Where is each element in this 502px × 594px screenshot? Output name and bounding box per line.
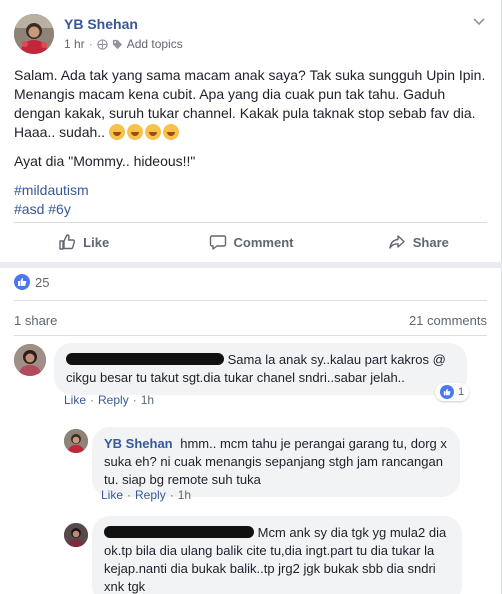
share-button[interactable]: Share: [335, 226, 502, 258]
comment-reaction-count: 1: [458, 386, 465, 398]
redacted-name: [104, 526, 254, 538]
like-label: Like: [83, 234, 110, 250]
reaction-count: 25: [35, 274, 50, 290]
comment-icon: [209, 235, 226, 250]
action-bar: Like Comment Share: [0, 226, 502, 258]
reply-time[interactable]: 1h: [178, 488, 191, 502]
section-separator: [0, 262, 502, 268]
redacted-name: [66, 353, 224, 365]
comment-reaction-badge[interactable]: 1: [435, 383, 470, 401]
dot-separator: ·: [90, 393, 95, 407]
comment-like-link[interactable]: Like: [64, 393, 86, 407]
grinning-sweat-emoji-icon: [144, 124, 161, 140]
like-reaction-icon: [14, 274, 30, 290]
reply-reply-link[interactable]: Reply: [135, 488, 166, 502]
comment-time[interactable]: 1h: [141, 393, 154, 407]
reactions-summary[interactable]: 25: [14, 274, 49, 290]
comment-actions: Like · Reply · 1h: [64, 393, 154, 407]
comment-count-link[interactable]: 21 comments: [409, 313, 487, 328]
author-avatar[interactable]: [14, 14, 54, 54]
comment-reply-link[interactable]: Reply: [98, 393, 129, 407]
reply-like-link[interactable]: Like: [101, 488, 123, 502]
commenter-avatar[interactable]: [14, 344, 46, 376]
hashtag-link[interactable]: #asd #6y: [14, 200, 492, 219]
reply-bubble: YB Shehan hmm.. mcm tahu je perangai gar…: [92, 427, 460, 497]
commenter-avatar[interactable]: [64, 523, 88, 547]
like-reaction-icon: [440, 385, 454, 399]
grinning-sweat-emoji-icon: [126, 124, 143, 140]
post-paragraph: Salam. Ada tak yang sama macam anak saya…: [14, 66, 492, 142]
chevron-down-icon[interactable]: [473, 18, 485, 26]
dot-separator: ·: [127, 488, 132, 502]
hashtag-link[interactable]: #mildautism: [14, 181, 492, 200]
reply-author-name[interactable]: YB Shehan: [104, 436, 173, 451]
tag-icon: [112, 39, 122, 49]
dot-separator: ·: [132, 393, 137, 407]
reply-actions: Like · Reply · 1h: [101, 488, 191, 502]
author-name[interactable]: YB Shehan: [64, 16, 138, 32]
post-body: Salam. Ada tak yang sama macam anak saya…: [14, 66, 492, 219]
divider: [14, 300, 487, 301]
post-paragraph-text: Salam. Ada tak yang sama macam anak saya…: [14, 67, 486, 140]
dot-separator: ·: [169, 488, 174, 502]
comment-button[interactable]: Comment: [167, 226, 334, 258]
share-label: Share: [412, 234, 449, 250]
divider: [14, 222, 487, 223]
grinning-sweat-emoji-icon: [162, 124, 179, 140]
post-card: YB Shehan 1 hr · Add topics Salam. Ada t…: [0, 0, 502, 594]
meta-separator: ·: [88, 37, 93, 51]
comment-bubble: Mcm ank sy dia tgk yg mula2 dia ok.tp bi…: [92, 516, 462, 594]
post-time[interactable]: 1 hr: [64, 37, 85, 51]
comment-label: Comment: [233, 234, 294, 250]
post-quote: Ayat dia "Mommy.. hideous!!": [14, 153, 196, 169]
like-button[interactable]: Like: [0, 226, 167, 258]
globe-icon: [97, 38, 108, 50]
share-arrow-icon: [389, 235, 405, 249]
emoji-group: [108, 124, 181, 140]
add-topics-link[interactable]: Add topics: [127, 37, 183, 51]
post-meta: 1 hr · Add topics: [64, 37, 183, 51]
divider: [14, 335, 487, 336]
share-count-link[interactable]: 1 share: [14, 313, 57, 328]
reply-author-avatar[interactable]: [64, 429, 88, 453]
grinning-sweat-emoji-icon: [108, 124, 125, 140]
comment-bubble: Sama la anak sy..kalau part kakros @ cik…: [54, 343, 467, 395]
thumbs-up-icon: [59, 234, 76, 250]
hashtags: #mildautism #asd #6y: [14, 181, 492, 219]
